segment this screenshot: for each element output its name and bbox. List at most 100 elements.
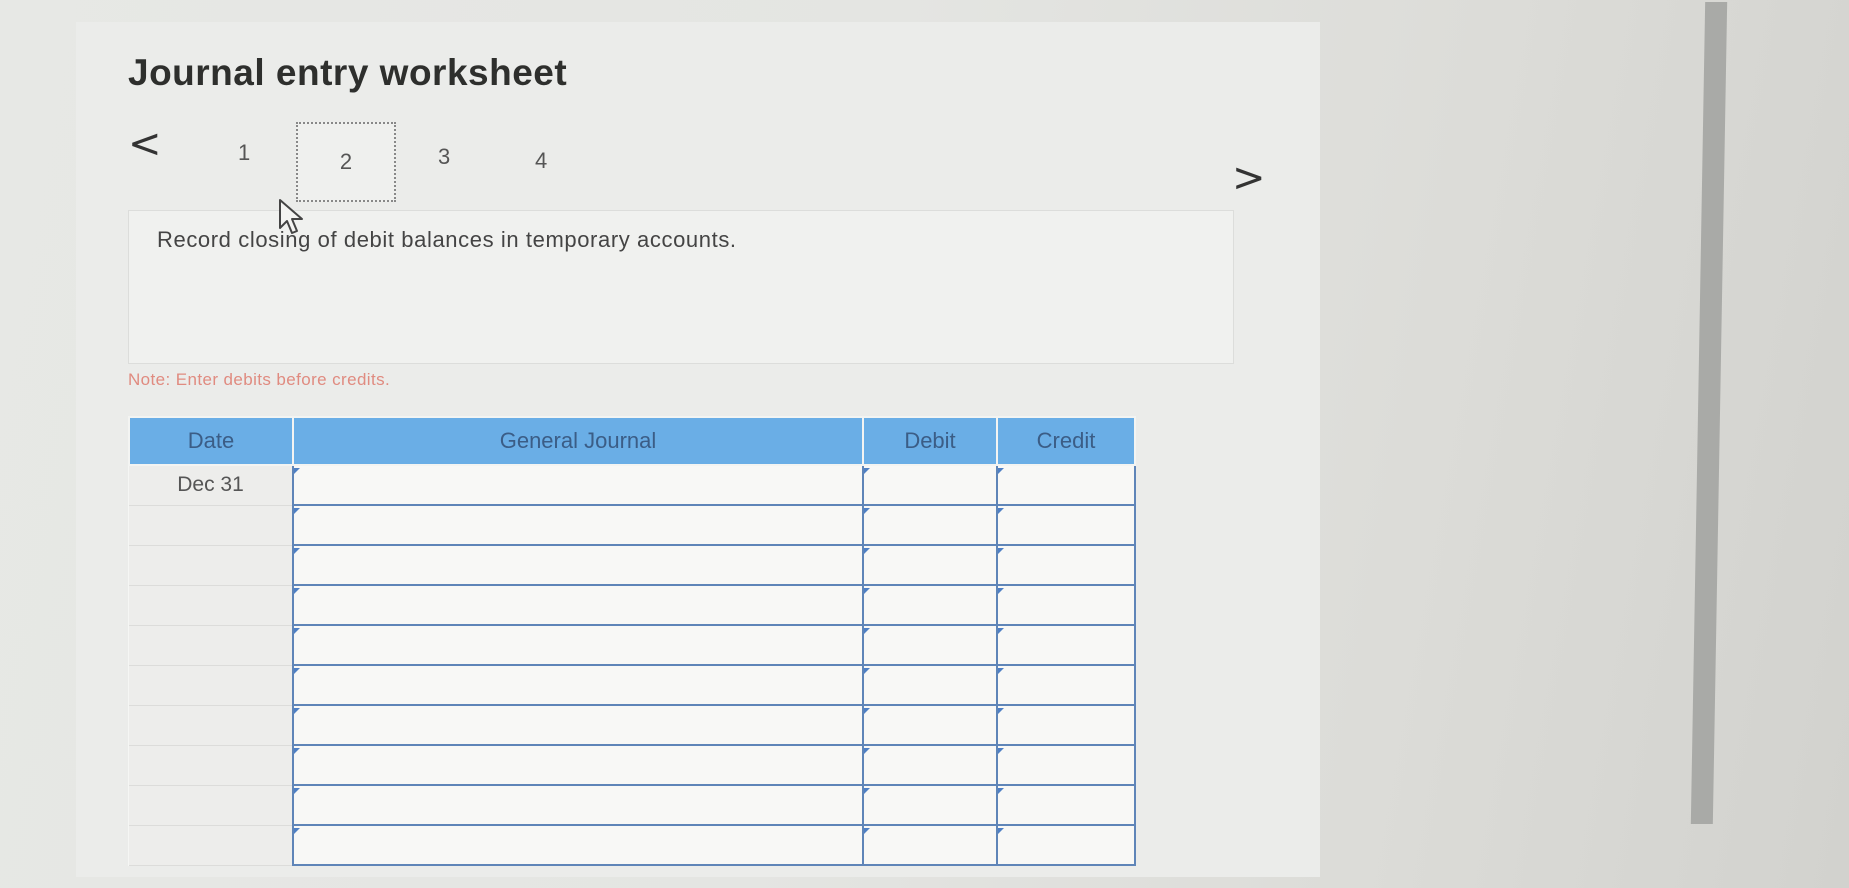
credit-input[interactable]	[998, 626, 1134, 664]
step-tab-3[interactable]: 3	[438, 146, 450, 168]
dropdown-marker-icon	[998, 668, 1004, 674]
account-input[interactable]	[294, 666, 862, 704]
account-cell[interactable]	[292, 745, 864, 786]
account-cell[interactable]	[292, 545, 864, 586]
debit-input[interactable]	[864, 706, 996, 744]
account-input[interactable]	[294, 586, 862, 624]
debit-input[interactable]	[864, 466, 996, 504]
step-tab-4[interactable]: 4	[535, 150, 547, 172]
debit-cell[interactable]	[862, 745, 998, 786]
credit-input[interactable]	[998, 746, 1134, 784]
account-input[interactable]	[294, 626, 862, 664]
step-tab-1[interactable]: 1	[238, 142, 250, 164]
debit-cell[interactable]	[862, 545, 998, 586]
debit-cell[interactable]	[862, 625, 998, 666]
dropdown-marker-icon	[998, 828, 1004, 834]
column-header-general-journal: General Journal	[292, 416, 864, 466]
credit-input[interactable]	[998, 666, 1134, 704]
chevron-left-icon[interactable]: <	[128, 124, 162, 164]
debit-cell[interactable]	[862, 705, 998, 746]
account-cell[interactable]	[292, 585, 864, 626]
date-cell	[129, 705, 293, 746]
debit-input[interactable]	[864, 826, 996, 864]
debit-input[interactable]	[864, 666, 996, 704]
account-input[interactable]	[294, 546, 862, 584]
account-cell[interactable]	[292, 705, 864, 746]
account-input[interactable]	[294, 746, 862, 784]
table-row	[129, 705, 1136, 746]
debit-input[interactable]	[864, 746, 996, 784]
table-row	[129, 505, 1136, 546]
chevron-right-icon[interactable]: >	[1232, 158, 1266, 198]
page-title: Journal entry worksheet	[128, 52, 568, 93]
credit-input[interactable]	[998, 586, 1134, 624]
credit-cell[interactable]	[996, 745, 1136, 786]
credit-cell[interactable]	[996, 705, 1136, 746]
dropdown-marker-icon	[864, 708, 870, 714]
dropdown-marker-icon	[864, 628, 870, 634]
date-cell	[129, 745, 293, 786]
journal-header-row: Date General Journal Debit Credit	[128, 416, 1136, 466]
debit-cell[interactable]	[862, 665, 998, 706]
account-cell[interactable]	[292, 625, 864, 666]
dropdown-marker-icon	[294, 788, 300, 794]
debit-cell[interactable]	[862, 585, 998, 626]
dropdown-marker-icon	[864, 828, 870, 834]
account-input[interactable]	[294, 466, 862, 504]
dropdown-marker-icon	[294, 548, 300, 554]
dropdown-marker-icon	[864, 748, 870, 754]
credit-input[interactable]	[998, 506, 1134, 544]
vertical-scrollbar[interactable]	[1690, 2, 1728, 824]
account-input[interactable]	[294, 826, 862, 864]
credit-cell[interactable]	[996, 545, 1136, 586]
account-cell[interactable]	[292, 825, 864, 866]
account-cell[interactable]	[292, 785, 864, 826]
debit-input[interactable]	[864, 506, 996, 544]
dropdown-marker-icon	[294, 468, 300, 474]
credit-input[interactable]	[998, 546, 1134, 584]
account-input[interactable]	[294, 786, 862, 824]
account-input[interactable]	[294, 706, 862, 744]
dropdown-marker-icon	[864, 788, 870, 794]
debit-cell[interactable]	[862, 825, 998, 866]
date-cell	[129, 665, 293, 706]
credit-cell[interactable]	[996, 465, 1136, 506]
note-text: Note: Enter debits before credits.	[128, 370, 391, 389]
credit-cell[interactable]	[996, 785, 1136, 826]
table-row	[129, 585, 1136, 626]
debit-input[interactable]	[864, 586, 996, 624]
account-cell[interactable]	[292, 505, 864, 546]
debit-cell[interactable]	[862, 505, 998, 546]
screen: Journal entry worksheet < 1 2 3 4 > Reco…	[0, 0, 1849, 888]
table-row	[129, 625, 1136, 666]
credit-input[interactable]	[998, 706, 1134, 744]
credit-input[interactable]	[998, 466, 1134, 504]
dropdown-marker-icon	[864, 668, 870, 674]
debit-input[interactable]	[864, 786, 996, 824]
table-row: Dec 31	[129, 465, 1136, 506]
dropdown-marker-icon	[998, 628, 1004, 634]
debit-input[interactable]	[864, 546, 996, 584]
dropdown-marker-icon	[998, 468, 1004, 474]
debit-cell[interactable]	[862, 465, 998, 506]
credit-input[interactable]	[998, 826, 1134, 864]
debit-input[interactable]	[864, 626, 996, 664]
dropdown-marker-icon	[998, 548, 1004, 554]
account-input[interactable]	[294, 506, 862, 544]
credit-input[interactable]	[998, 786, 1134, 824]
dropdown-marker-icon	[998, 788, 1004, 794]
credit-cell[interactable]	[996, 825, 1136, 866]
credit-cell[interactable]	[996, 585, 1136, 626]
table-row	[129, 745, 1136, 786]
dropdown-marker-icon	[294, 828, 300, 834]
column-header-debit: Debit	[862, 416, 998, 466]
credit-cell[interactable]	[996, 665, 1136, 706]
credit-cell[interactable]	[996, 625, 1136, 666]
date-cell	[129, 785, 293, 826]
credit-cell[interactable]	[996, 505, 1136, 546]
step-tab-2-active[interactable]: 2	[296, 122, 396, 202]
date-cell	[129, 585, 293, 626]
account-cell[interactable]	[292, 465, 864, 506]
debit-cell[interactable]	[862, 785, 998, 826]
account-cell[interactable]	[292, 665, 864, 706]
